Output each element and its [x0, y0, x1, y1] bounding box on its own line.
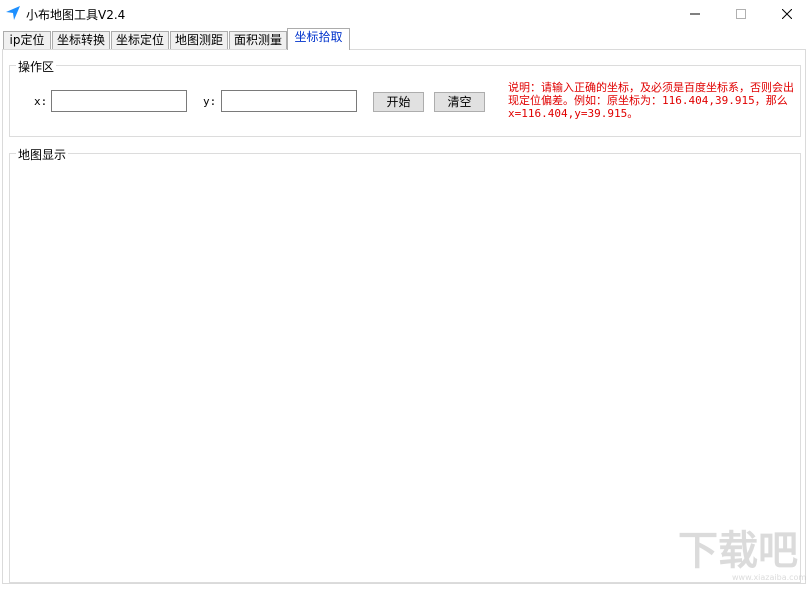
watermark-graphic-icon: 下载吧 www.xiazaiba.com — [678, 528, 806, 582]
watermark-logo: 下载吧 www.xiazaiba.com — [670, 516, 810, 586]
operation-area-group: 操作区 x: y: 开始 清空 说明：请输入正确的坐标，及必须是百度坐标系，否则… — [9, 58, 801, 137]
x-input[interactable] — [51, 90, 187, 112]
watermark-text: 下载吧 — [678, 528, 798, 574]
tab-ip-location[interactable]: ip定位 — [3, 31, 51, 50]
navigation-arrow-icon — [6, 6, 20, 20]
close-button[interactable] — [764, 0, 810, 28]
minimize-icon — [690, 13, 700, 15]
tab-area-measure[interactable]: 面积测量 — [229, 31, 287, 50]
x-label: x: — [34, 95, 48, 108]
y-label: y: — [203, 95, 217, 108]
tab-map-distance[interactable]: 地图测距 — [170, 31, 228, 50]
title-bar: 小布地图工具V2.4 — [0, 0, 810, 28]
window-title: 小布地图工具V2.4 — [26, 8, 126, 22]
start-button[interactable]: 开始 — [373, 92, 424, 112]
map-display-legend: 地图显示 — [16, 146, 69, 163]
minimize-button[interactable] — [672, 0, 718, 28]
instruction-note: 说明：请输入正确的坐标，及必须是百度坐标系，否则会出现定位偏差。例如：原坐标为：… — [508, 81, 794, 120]
tab-coordinate-locate[interactable]: 坐标定位 — [111, 31, 169, 50]
maximize-icon — [736, 9, 746, 19]
client-area: ip定位 坐标转换 坐标定位 地图测距 面积测量 坐标拾取 操作区 x: y: … — [0, 28, 810, 586]
watermark-url: www.xiazaiba.com — [732, 573, 806, 582]
tab-coordinate-pick[interactable]: 坐标拾取 — [287, 28, 350, 50]
y-input[interactable] — [221, 90, 357, 112]
tab-page-coordinate-pick: 操作区 x: y: 开始 清空 说明：请输入正确的坐标，及必须是百度坐标系，否则… — [2, 49, 806, 584]
tab-coordinate-convert[interactable]: 坐标转换 — [52, 31, 110, 50]
operation-area-legend: 操作区 — [16, 58, 57, 75]
close-icon — [782, 9, 792, 19]
clear-button[interactable]: 清空 — [434, 92, 485, 112]
maximize-button[interactable] — [718, 0, 764, 28]
